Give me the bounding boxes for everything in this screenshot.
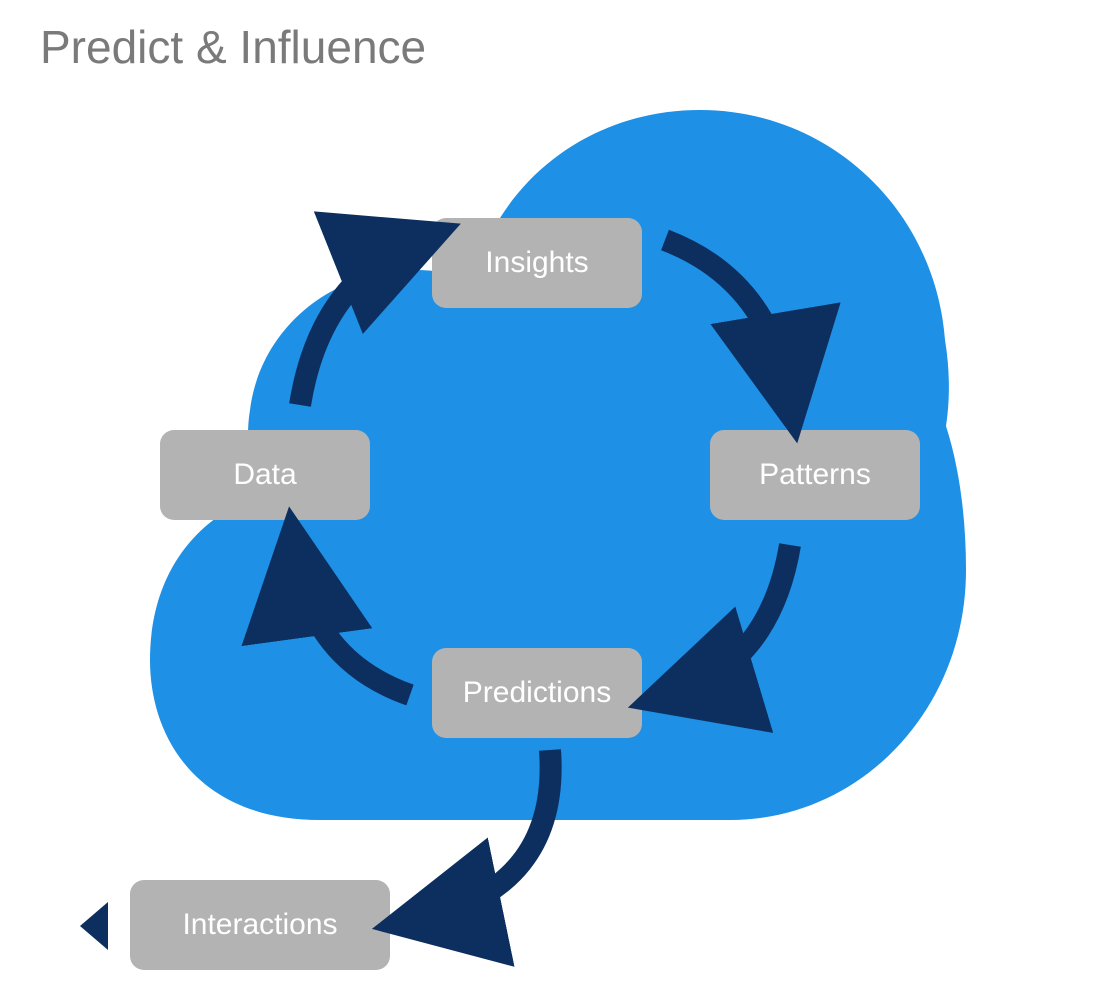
node-predictions-label: Predictions [463,676,611,710]
node-insights: Insights [432,218,642,308]
node-interactions: Interactions [130,880,390,970]
diagram-title: Predict & Influence [40,20,426,74]
node-patterns-label: Patterns [759,458,871,492]
arrow-left-icon [80,902,108,950]
node-data: Data [160,430,370,520]
node-predictions: Predictions [432,648,642,738]
node-insights-label: Insights [485,246,588,280]
node-patterns: Patterns [710,430,920,520]
node-interactions-label: Interactions [182,908,337,942]
node-data-label: Data [233,458,296,492]
